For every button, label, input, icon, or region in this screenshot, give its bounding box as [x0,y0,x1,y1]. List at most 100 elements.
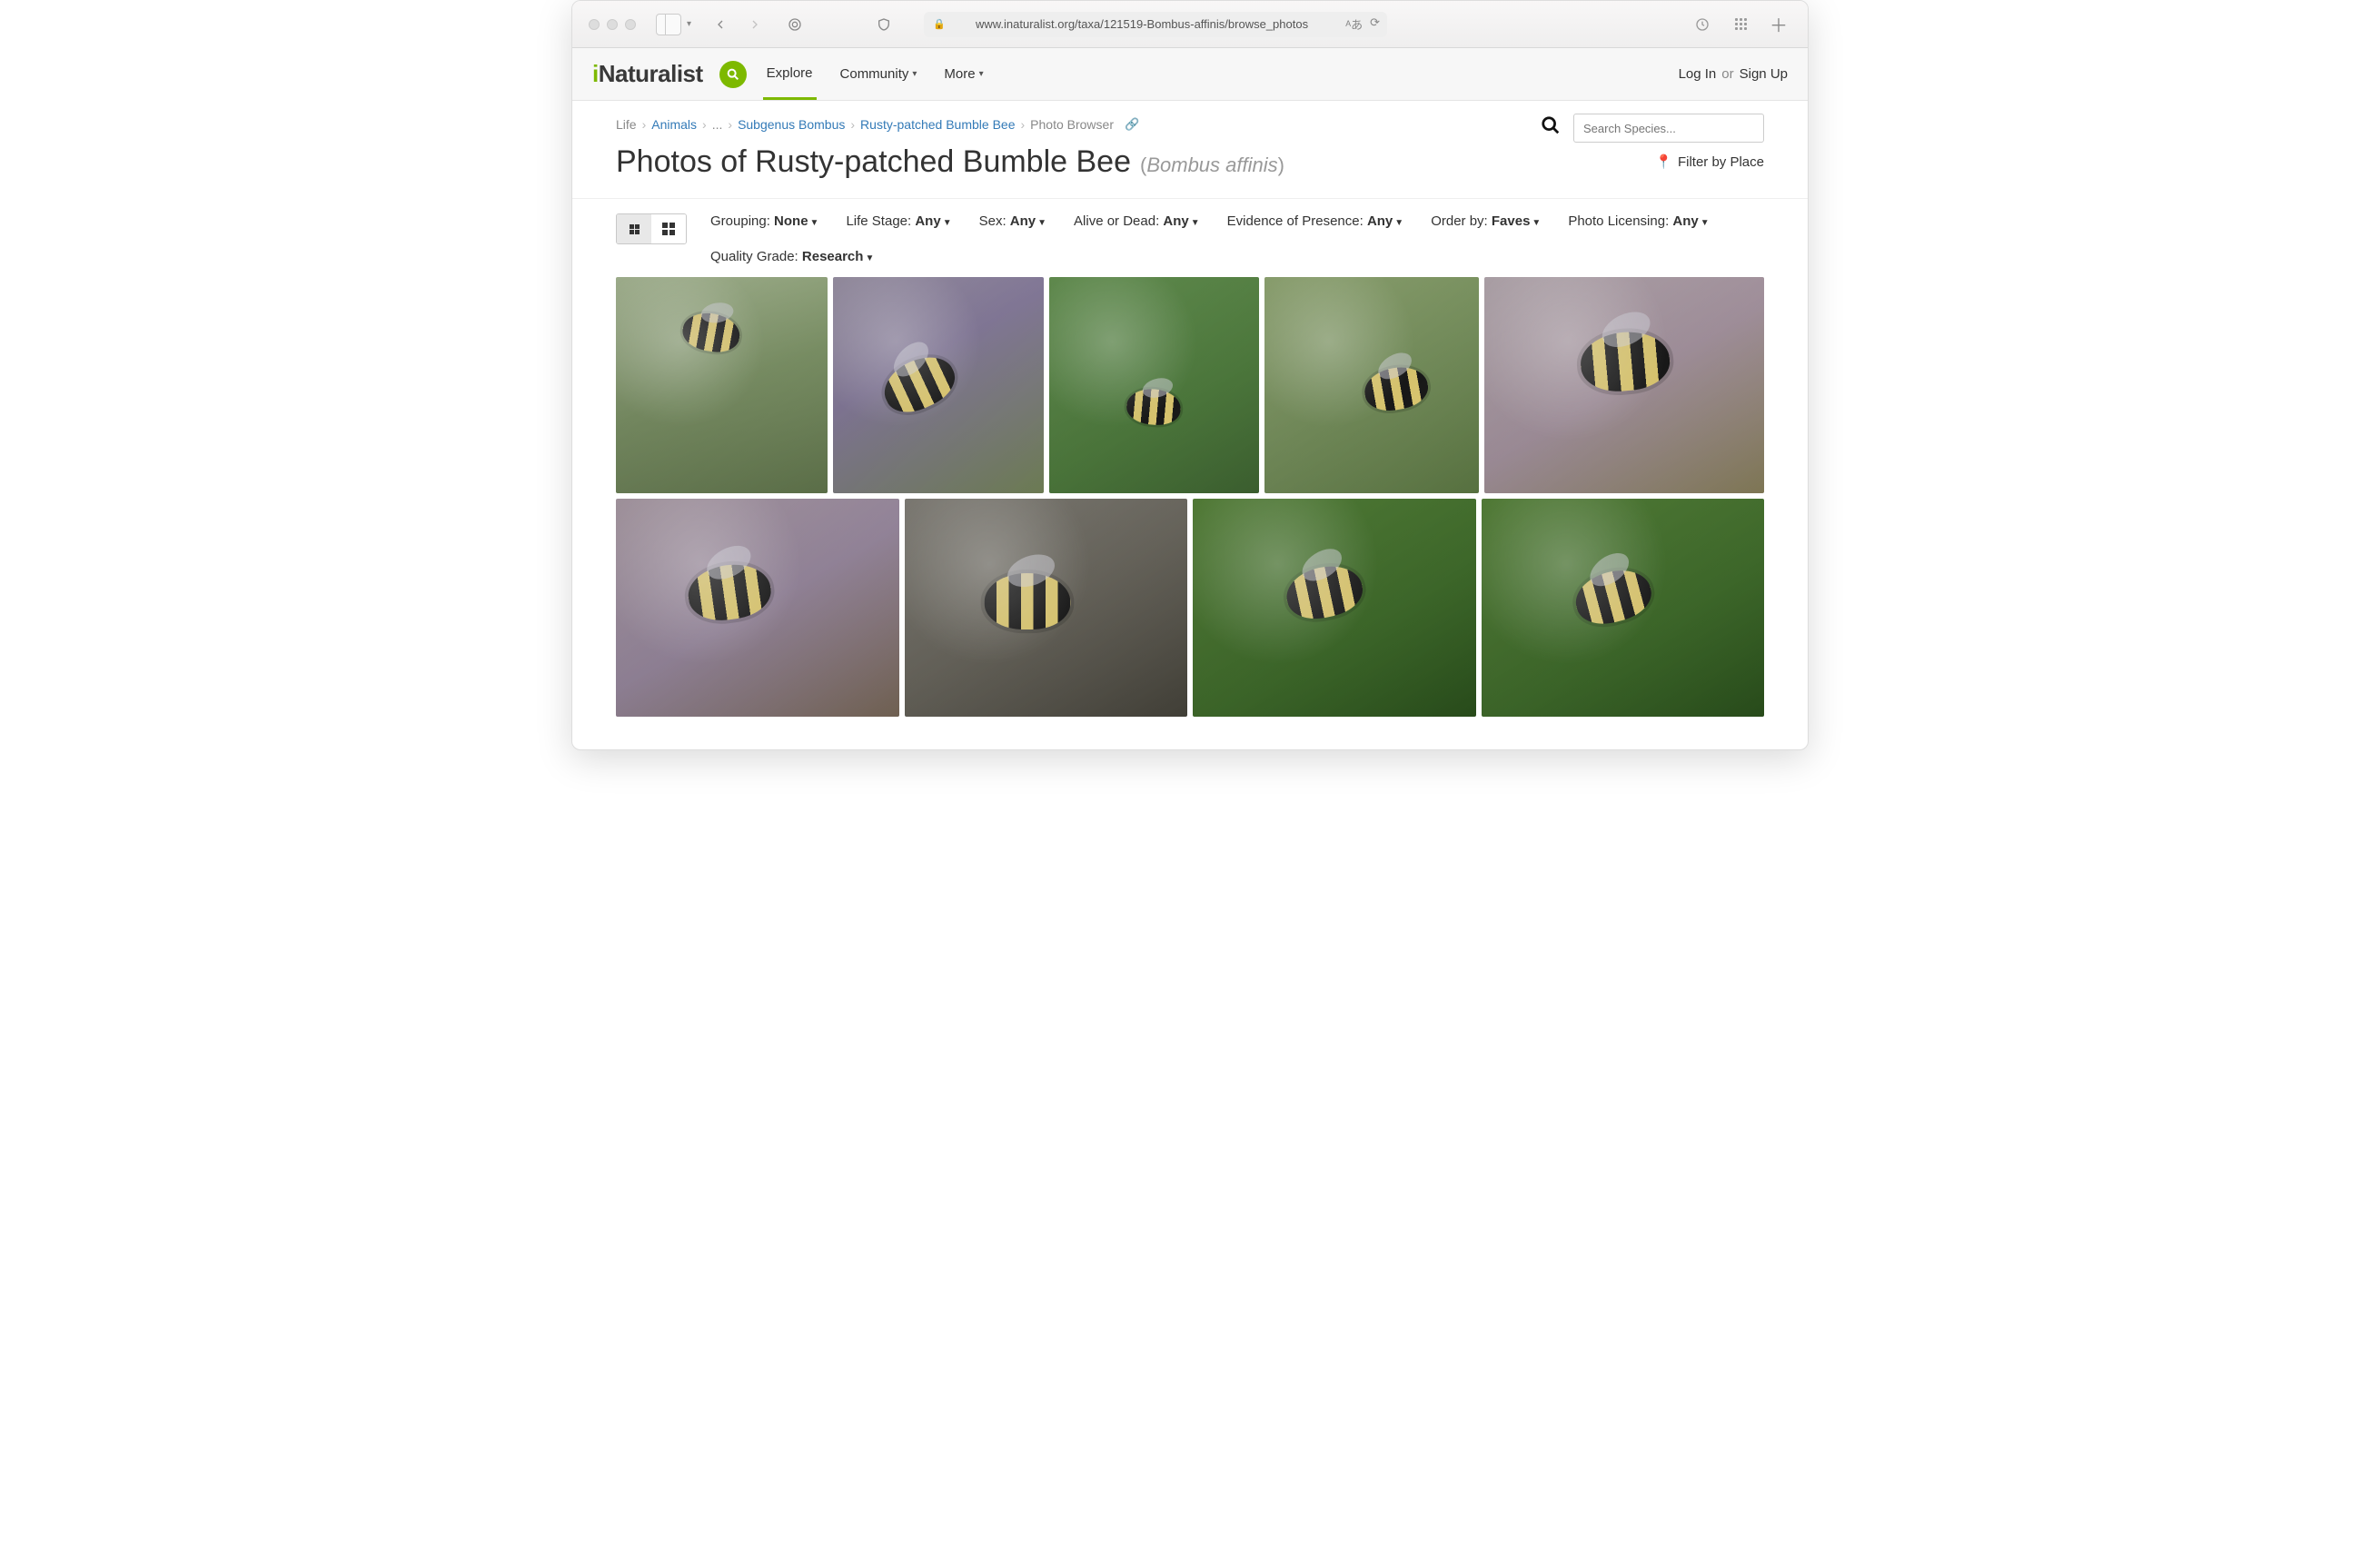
translate-icon[interactable]: ᴬあ [1345,15,1363,33]
filter-life-stage[interactable]: Life Stage: Any▼ [846,213,951,229]
permalink-icon[interactable]: 🔗 [1125,117,1139,132]
filter-quality-grade[interactable]: Quality Grade: Research▼ [710,249,1764,264]
chevron-down-icon: ▼ [1532,218,1541,228]
close-window-icon[interactable] [589,19,600,30]
breadcrumb-species[interactable]: Rusty-patched Bumble Bee [860,117,1015,132]
filter-label: Quality Grade: [710,249,802,264]
filter-label: Photo Licensing: [1568,213,1672,229]
filter-value: Any [1010,213,1036,229]
breadcrumb-ellipsis[interactable]: ... [712,117,723,132]
filter-value: Research [802,249,864,264]
breadcrumb-separator: › [1020,117,1025,132]
view-justified-button[interactable] [617,214,651,243]
filter-value: Any [1672,213,1698,229]
forward-button[interactable] [742,13,768,36]
page-subheader: Life › Animals › ... › Subgenus Bombus ›… [572,101,1808,199]
photo-thumbnail[interactable] [1049,277,1259,493]
species-search-input[interactable] [1573,114,1764,143]
filter-by-place[interactable]: 📍 Filter by Place [1655,154,1764,170]
login-link[interactable]: Log In [1679,66,1717,82]
breadcrumb-separator: › [728,117,732,132]
photo-thumbnail[interactable] [1484,277,1764,493]
filter-order-by[interactable]: Order by: Faves▼ [1431,213,1541,229]
chevron-down-icon: ▼ [810,218,819,228]
nav-explore[interactable]: Explore [763,48,817,100]
photo-thumbnail[interactable] [833,277,1043,493]
chevron-down-icon: ▼ [943,218,952,228]
filter-label: Evidence of Presence: [1227,213,1367,229]
auth-separator: or [1721,66,1733,82]
new-tab-button[interactable]: ＋ [1766,13,1791,36]
history-icon[interactable] [1690,13,1715,36]
nav-community[interactable]: Community▾ [837,48,921,100]
filter-value: None [774,213,808,229]
chevron-down-icon: ▾ [912,69,917,79]
view-toggle [616,213,687,244]
map-pin-icon: 📍 [1655,154,1672,170]
chevron-down-icon[interactable]: ▾ [687,19,691,29]
filter-value: Any [1367,213,1393,229]
privacy-report-icon[interactable] [782,13,808,36]
photo-thumbnail[interactable] [905,499,1188,717]
site-header: iNaturalist Explore Community▾ More▾ Log… [572,48,1808,101]
photo-thumbnail[interactable] [1264,277,1478,493]
nav-more[interactable]: More▾ [940,48,987,100]
chevron-down-icon: ▼ [1037,218,1046,228]
chevron-down-icon: ▾ [979,69,984,79]
logo-prefix: i [592,60,599,87]
signup-link[interactable]: Sign Up [1740,66,1788,82]
window-controls [589,19,636,30]
search-icon[interactable] [1541,115,1561,141]
filter-value: Faves [1492,213,1531,229]
show-tabs-icon[interactable] [1728,13,1753,36]
breadcrumb-current: Photo Browser [1030,117,1114,132]
url-text: www.inaturalist.org/taxa/121519-Bombus-a… [976,17,1308,31]
page-title: Photos of Rusty-patched Bumble Bee [616,144,1131,180]
view-grid-button[interactable] [651,214,686,243]
minimize-window-icon[interactable] [607,19,618,30]
photo-grid [572,277,1808,749]
shield-icon[interactable] [871,13,897,36]
photo-thumbnail[interactable] [1482,499,1765,717]
browser-toolbar: ▾ 🔒 www.inaturalist.org/taxa/121519-Bomb… [572,1,1808,48]
breadcrumb-life[interactable]: Life [616,117,637,132]
photo-thumbnail[interactable] [616,277,828,493]
logo-text: Naturalist [599,60,703,87]
address-bar[interactable]: 🔒 www.inaturalist.org/taxa/121519-Bombus… [924,12,1387,37]
sidebar-toggle-button[interactable] [656,13,681,36]
breadcrumb-separator: › [642,117,647,132]
chevron-down-icon: ▼ [1394,218,1403,228]
breadcrumb-subgenus[interactable]: Subgenus Bombus [738,117,845,132]
back-button[interactable] [708,13,733,36]
photo-thumbnail[interactable] [1193,499,1476,717]
chevron-down-icon: ▼ [1191,218,1200,228]
breadcrumb-separator: › [850,117,855,132]
filter-label: Alive or Dead: [1074,213,1163,229]
scientific-name: Bombus affinis [1146,154,1277,176]
nav-explore-label: Explore [767,65,813,81]
auth-links: Log In or Sign Up [1679,66,1788,82]
site-logo[interactable]: iNaturalist [592,60,703,88]
filter-value: Any [915,213,940,229]
filter-label: Sex: [979,213,1010,229]
nav-community-label: Community [840,66,909,82]
lock-icon: 🔒 [933,18,946,30]
maximize-window-icon[interactable] [625,19,636,30]
primary-nav: Explore Community▾ More▾ [763,48,987,100]
reload-icon[interactable]: ⟳ [1370,15,1380,33]
filter-grouping[interactable]: Grouping: None▼ [710,213,818,229]
search-button[interactable] [719,61,747,88]
filter-place-label: Filter by Place [1678,154,1764,170]
filter-sex[interactable]: Sex: Any▼ [979,213,1046,229]
filter-label: Life Stage: [846,213,915,229]
filter-evidence[interactable]: Evidence of Presence: Any▼ [1227,213,1404,229]
filter-label: Order by: [1431,213,1492,229]
chevron-down-icon: ▼ [1701,218,1710,228]
breadcrumb-animals[interactable]: Animals [651,117,697,132]
filter-alive-dead[interactable]: Alive or Dead: Any▼ [1074,213,1200,229]
photo-thumbnail[interactable] [616,499,899,717]
filter-label: Grouping: [710,213,774,229]
filter-licensing[interactable]: Photo Licensing: Any▼ [1568,213,1709,229]
filter-bar: Grouping: None▼ Life Stage: Any▼ Sex: An… [572,199,1808,277]
filter-value: Any [1163,213,1188,229]
